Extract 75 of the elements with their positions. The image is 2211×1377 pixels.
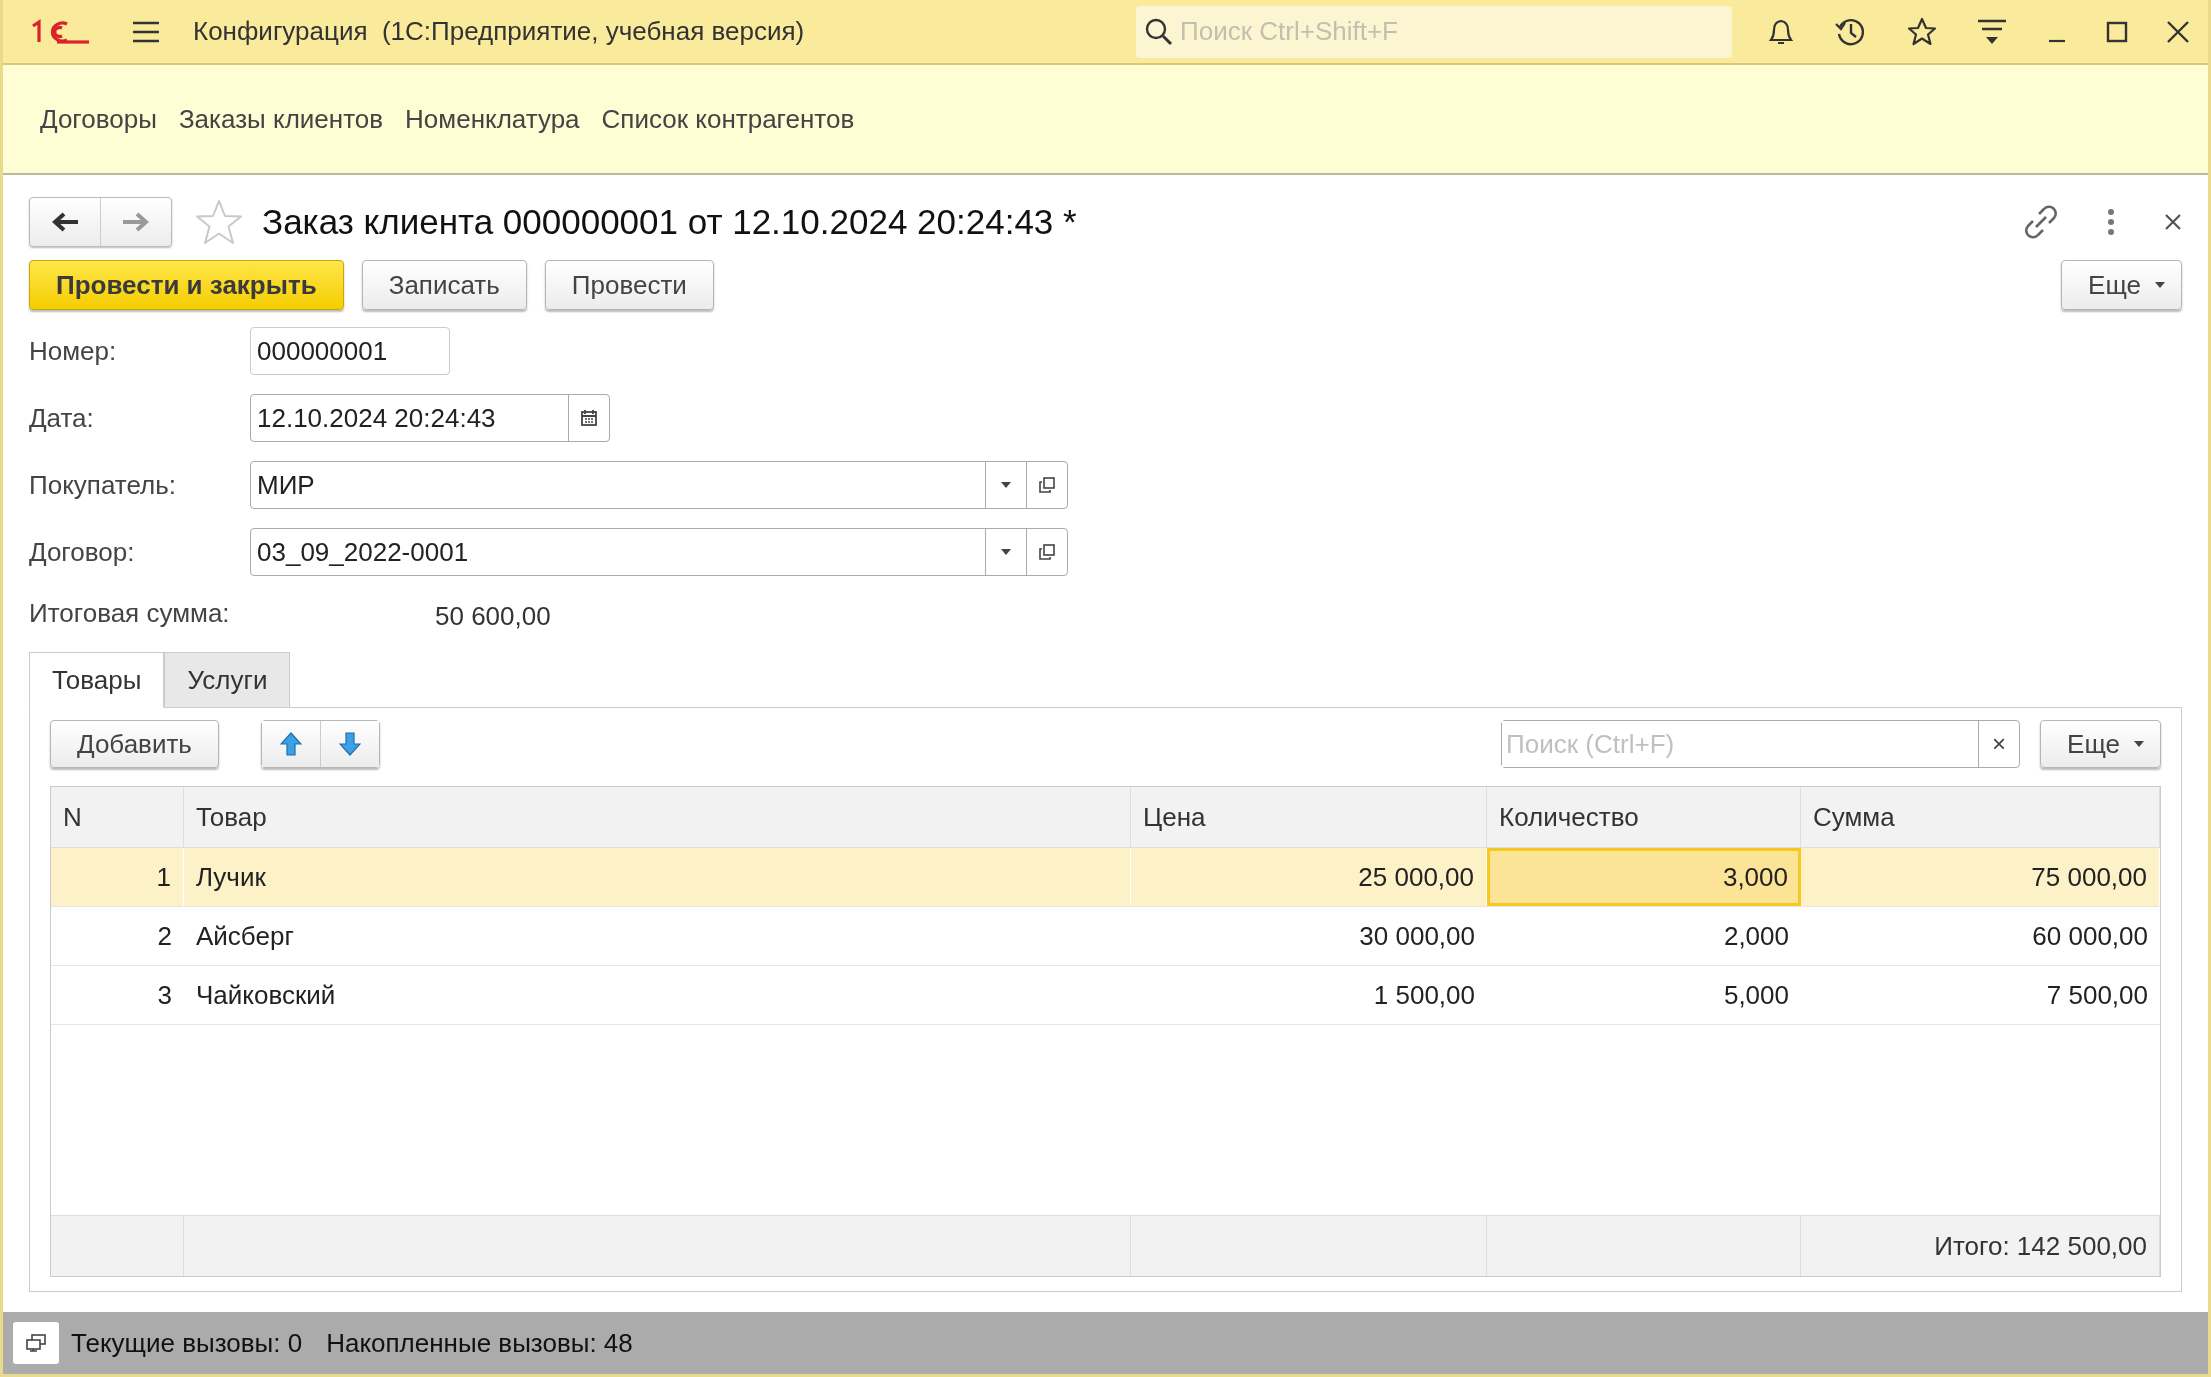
windows-button[interactable] <box>13 1322 59 1364</box>
field-label: Покупатель: <box>29 469 176 501</box>
field-label: Договор: <box>29 536 135 568</box>
field-label: Номер: <box>29 335 117 367</box>
section-link[interactable]: Договоры <box>40 103 157 135</box>
table-cell-text: 1 500,00 <box>1372 978 1476 1012</box>
maximize-icon[interactable] <box>2106 20 2128 43</box>
table-cell-text: 7 500,00 <box>2045 978 2149 1012</box>
caret-icon <box>1001 482 1011 488</box>
table-cell-text: 30 000,00 <box>1358 919 1476 953</box>
more-options-icon[interactable] <box>2106 208 2116 236</box>
more-button[interactable]: Еще <box>2061 260 2182 310</box>
column-header[interactable]: Количество <box>1487 787 1801 847</box>
column-header[interactable]: Сумма <box>1801 787 2160 847</box>
window-title: Конфигурация (1С:Предприятие, учебная версия) <box>193 16 805 47</box>
search-frame[interactable]: Поиск (Ctrl+F) × <box>1501 720 2021 768</box>
caret-icon <box>2134 741 2144 747</box>
table-cell: Лучик <box>184 848 1131 906</box>
column-header[interactable]: Товар <box>184 787 1131 847</box>
open-window-icon <box>1039 544 1055 560</box>
table-cell-text: Чайковский <box>195 978 337 1012</box>
table-cell: 75 000,00 <box>1801 848 2160 906</box>
star-icon[interactable] <box>1906 15 1938 48</box>
section-link[interactable]: Номенклатура <box>405 103 580 135</box>
down-arrow-icon <box>338 732 361 756</box>
table-cell-text: 5,000 <box>1722 978 1790 1012</box>
field-label: Итоговая сумма: <box>29 598 230 629</box>
more-button[interactable]: Еще <box>2040 720 2161 768</box>
table-cell-text: 3 <box>156 978 173 1012</box>
table-cell-text: 60 000,00 <box>2031 919 2149 953</box>
table-cell-text: 2,000 <box>1722 919 1790 953</box>
caret-icon <box>1001 549 1011 555</box>
field-label: Дата: <box>29 402 94 434</box>
global-search-field[interactable]: Поиск Ctrl+Shift+F <box>1178 15 1724 48</box>
calendar-icon <box>581 410 597 426</box>
input-field[interactable]: 000000001 <box>251 328 449 374</box>
tab[interactable]: Товары <box>29 652 165 708</box>
table-cell: 3,000 <box>1487 848 1801 906</box>
table-row[interactable]: 2 Айсберг 30 000,00 2,000 60 000,00 <box>51 907 2160 966</box>
global-search-bar[interactable]: Поиск Ctrl+Shift+F <box>1136 5 1732 58</box>
open-window-icon <box>1039 477 1055 493</box>
windows-icon <box>25 1334 47 1352</box>
section-link[interactable]: Заказы клиентов <box>178 103 384 135</box>
column-header[interactable]: Цена <box>1131 787 1487 847</box>
menu-icon[interactable] <box>131 19 161 44</box>
close-icon[interactable] <box>2166 19 2190 44</box>
table-row[interactable]: 1 Лучик 25 000,00 3,000 75 000,00 <box>51 848 2160 907</box>
status-text: Текущие вызовы: 0 <box>71 1327 303 1359</box>
table-footer-total: Итого: 142 500,00 <box>1801 1216 2160 1276</box>
caret-icon <box>2155 282 2165 288</box>
command-button[interactable]: Записать <box>361 260 527 310</box>
search-icon <box>1144 16 1174 47</box>
command-button[interactable]: Провести <box>544 260 714 310</box>
tab[interactable]: Услуги <box>164 652 291 708</box>
column-header[interactable]: N <box>51 787 184 847</box>
star-icon[interactable] <box>194 198 244 246</box>
table-row[interactable]: 3 Чайковский 1 500,00 5,000 7 500,00 <box>51 966 2160 1025</box>
status-text: Накопленные вызовы: 48 <box>326 1327 633 1359</box>
logo-icon <box>29 16 91 47</box>
input-field[interactable]: 12.10.2024 20:24:43 <box>251 395 568 441</box>
close-icon[interactable] <box>2164 213 2182 231</box>
form-title: Заказ клиента 000000001 от 12.10.2024 20:24:43 * <box>262 202 1077 242</box>
table-cell-text: Айсберг <box>195 919 295 953</box>
link-icon[interactable] <box>2024 205 2058 239</box>
section-link[interactable]: Список контрагентов <box>601 103 855 135</box>
move-up-button[interactable] <box>261 721 320 767</box>
add-button[interactable]: Добавить <box>50 720 219 768</box>
table-cell-text: 2 <box>156 919 173 953</box>
total-value: 50 600,00 <box>435 601 551 632</box>
command-button[interactable]: Провести и закрыть <box>29 260 344 310</box>
move-down-button[interactable] <box>319 721 379 767</box>
clear-button[interactable]: × <box>1978 721 2020 767</box>
up-arrow-icon <box>279 732 302 756</box>
table-cell: 1 <box>51 848 184 906</box>
input-frame[interactable]: 12.10.2024 20:24:43 <box>250 394 610 442</box>
